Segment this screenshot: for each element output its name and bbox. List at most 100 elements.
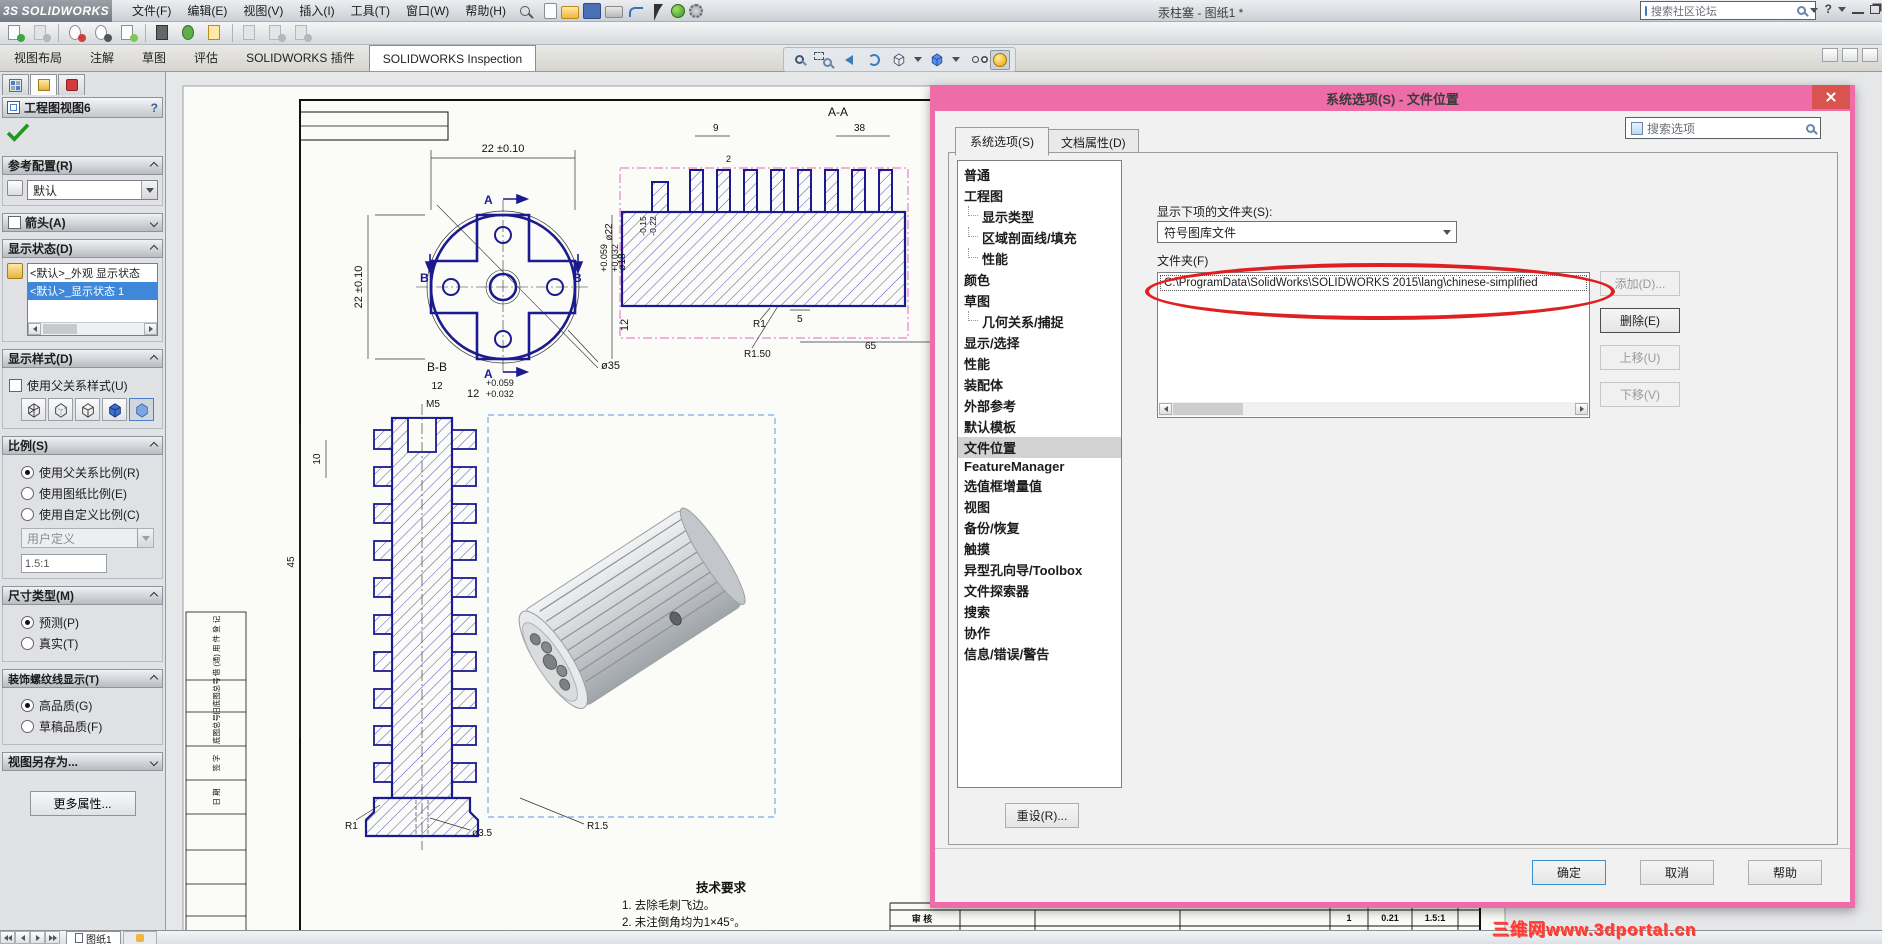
feature-manager-tab[interactable] (2, 74, 29, 95)
move-up-button[interactable]: 上移(U) (1600, 345, 1680, 370)
print-icon[interactable] (604, 5, 623, 18)
tree-item[interactable]: 文件探索器 (958, 580, 1121, 601)
prev-sheet-icon[interactable] (15, 931, 30, 944)
tree-item[interactable]: 触摸 (958, 538, 1121, 559)
tree-item[interactable]: 显示类型 (958, 206, 1121, 227)
community-search-box[interactable] (1640, 1, 1818, 20)
view-orientation-dropdown-icon[interactable] (914, 57, 922, 62)
save-icon[interactable] (582, 2, 601, 19)
custom-scale-combo[interactable]: 用户定义 (21, 528, 154, 548)
export-cmm-icon[interactable] (290, 23, 314, 43)
open-icon[interactable] (560, 5, 579, 19)
tree-item[interactable]: 外部参考 (958, 395, 1121, 416)
collapse-icon[interactable] (149, 354, 159, 363)
tree-item-selected[interactable]: 文件位置 (958, 437, 1121, 458)
add-sheet-tab[interactable] (122, 931, 157, 944)
scrollbar-thumb[interactable] (43, 324, 77, 334)
display-style-icon[interactable] (927, 50, 947, 70)
tree-item[interactable]: 性能 (958, 353, 1121, 374)
undo-icon[interactable] (627, 3, 645, 19)
dialog-close-button[interactable] (1812, 85, 1850, 109)
help-dropdown-icon[interactable] (1838, 6, 1846, 12)
tab-annotation[interactable]: 注解 (76, 44, 128, 71)
tree-item[interactable]: 信息/错误/警告 (958, 643, 1121, 664)
arrow-checkbox[interactable] (8, 216, 21, 229)
tree-item[interactable]: 颜色 (958, 269, 1121, 290)
thread-display-header[interactable]: 装饰螺纹线显示(T) (2, 669, 163, 688)
scale-header[interactable]: 比例(S) (2, 436, 163, 455)
open-inspection-project-icon[interactable] (29, 23, 53, 43)
dialog-title-bar[interactable]: 系统选项(S) - 文件位置 (930, 85, 1855, 111)
expand-icon[interactable] (149, 218, 159, 227)
section-view-icon[interactable] (864, 50, 884, 70)
edit-note-icon[interactable] (203, 23, 227, 43)
hidden-lines-removed-icon[interactable] (75, 398, 100, 421)
view-orientation-cube-icon[interactable] (889, 50, 909, 70)
collapse-icon[interactable] (149, 591, 159, 600)
tab-system-options[interactable]: 系统选项(S) (955, 127, 1049, 156)
scrollbar-thumb[interactable] (1173, 403, 1243, 415)
more-properties-button[interactable]: 更多属性... (29, 791, 136, 816)
draft-quality-radio[interactable] (21, 720, 34, 733)
restore-icon[interactable] (1870, 4, 1880, 14)
search-icon[interactable] (1797, 6, 1806, 15)
sheet-tab[interactable]: 图纸1 (66, 931, 121, 944)
search-dropdown-icon[interactable] (1810, 8, 1818, 13)
move-down-button[interactable]: 下移(V) (1600, 382, 1680, 407)
tree-item[interactable]: 协作 (958, 622, 1121, 643)
configuration-manager-tab[interactable] (58, 74, 85, 95)
tree-item[interactable]: 区域剖面线/填充 (958, 227, 1121, 248)
tree-item[interactable]: 默认模板 (958, 416, 1121, 437)
parent-scale-radio[interactable] (21, 466, 34, 479)
tree-item[interactable]: 视图 (958, 496, 1121, 517)
select-arrow-icon[interactable] (649, 3, 667, 21)
options-search-input[interactable] (1647, 121, 1802, 135)
wireframe-style-icon[interactable] (21, 398, 46, 421)
cancel-button[interactable]: 取消 (1640, 860, 1714, 885)
tree-item[interactable]: 选值框增量值 (958, 475, 1121, 496)
pm-help-icon[interactable]: ? (151, 101, 158, 115)
community-search-input[interactable] (1651, 4, 1793, 17)
tree-item[interactable]: 显示/选择 (958, 332, 1121, 353)
scale-value-input[interactable] (21, 554, 107, 573)
tree-item[interactable]: 几何关系/捕捉 (958, 311, 1121, 332)
first-sheet-icon[interactable] (0, 931, 15, 944)
help-icon[interactable]: ? (1825, 2, 1832, 16)
reset-button[interactable]: 重设(R)... (1005, 803, 1079, 828)
property-manager-tab[interactable] (30, 74, 57, 95)
tree-item[interactable]: 普通 (958, 164, 1121, 185)
save-view-as-header[interactable]: 视图另存为... (2, 752, 163, 771)
menu-edit[interactable]: 编辑(E) (179, 0, 235, 21)
list-item[interactable]: <默认>_外观 显示状态 (28, 264, 157, 282)
tab-sketch[interactable]: 草图 (128, 44, 180, 71)
menu-window[interactable]: 窗口(W) (398, 0, 457, 21)
hidden-lines-visible-icon[interactable] (48, 398, 73, 421)
list-item-selected[interactable]: <默认>_显示状态 1 (28, 282, 157, 300)
folders-hscrollbar[interactable] (1159, 402, 1588, 416)
new-inspection-project-icon[interactable] (3, 23, 27, 43)
options-search-icon[interactable] (1806, 123, 1815, 133)
edit-appearance-icon[interactable] (990, 49, 1010, 70)
menu-view[interactable]: 视图(V) (235, 0, 291, 21)
folders-type-combo[interactable]: 符号图库文件 (1157, 221, 1457, 243)
arrow-header[interactable]: 箭头(A) (2, 213, 163, 232)
collapse-icon[interactable] (149, 674, 159, 683)
minimize-icon[interactable] (1852, 4, 1864, 14)
zoom-to-area-icon[interactable] (814, 50, 834, 70)
collapse-icon[interactable] (149, 244, 159, 253)
ref-config-header[interactable]: 参考配置(R) (2, 156, 163, 175)
tree-item[interactable]: 异型孔向导/Toolbox (958, 559, 1121, 580)
delete-balloon-icon[interactable] (64, 23, 88, 43)
collapse-icon[interactable] (149, 441, 159, 450)
edit-project-icon[interactable] (116, 23, 140, 43)
menu-tools[interactable]: 工具(T) (343, 0, 398, 21)
high-quality-radio[interactable] (21, 699, 34, 712)
select-balloon-icon[interactable] (90, 23, 114, 43)
pane-collapse-icon[interactable] (1862, 48, 1878, 62)
tree-item[interactable]: 备份/恢复 (958, 517, 1121, 538)
expand-icon[interactable] (149, 757, 159, 766)
window-cascade-icon[interactable] (1822, 48, 1838, 62)
shaded-with-edges-icon[interactable] (102, 398, 127, 421)
display-style-header[interactable]: 显示样式(D) (2, 349, 163, 368)
dim-type-header[interactable]: 尺寸类型(M) (2, 586, 163, 605)
